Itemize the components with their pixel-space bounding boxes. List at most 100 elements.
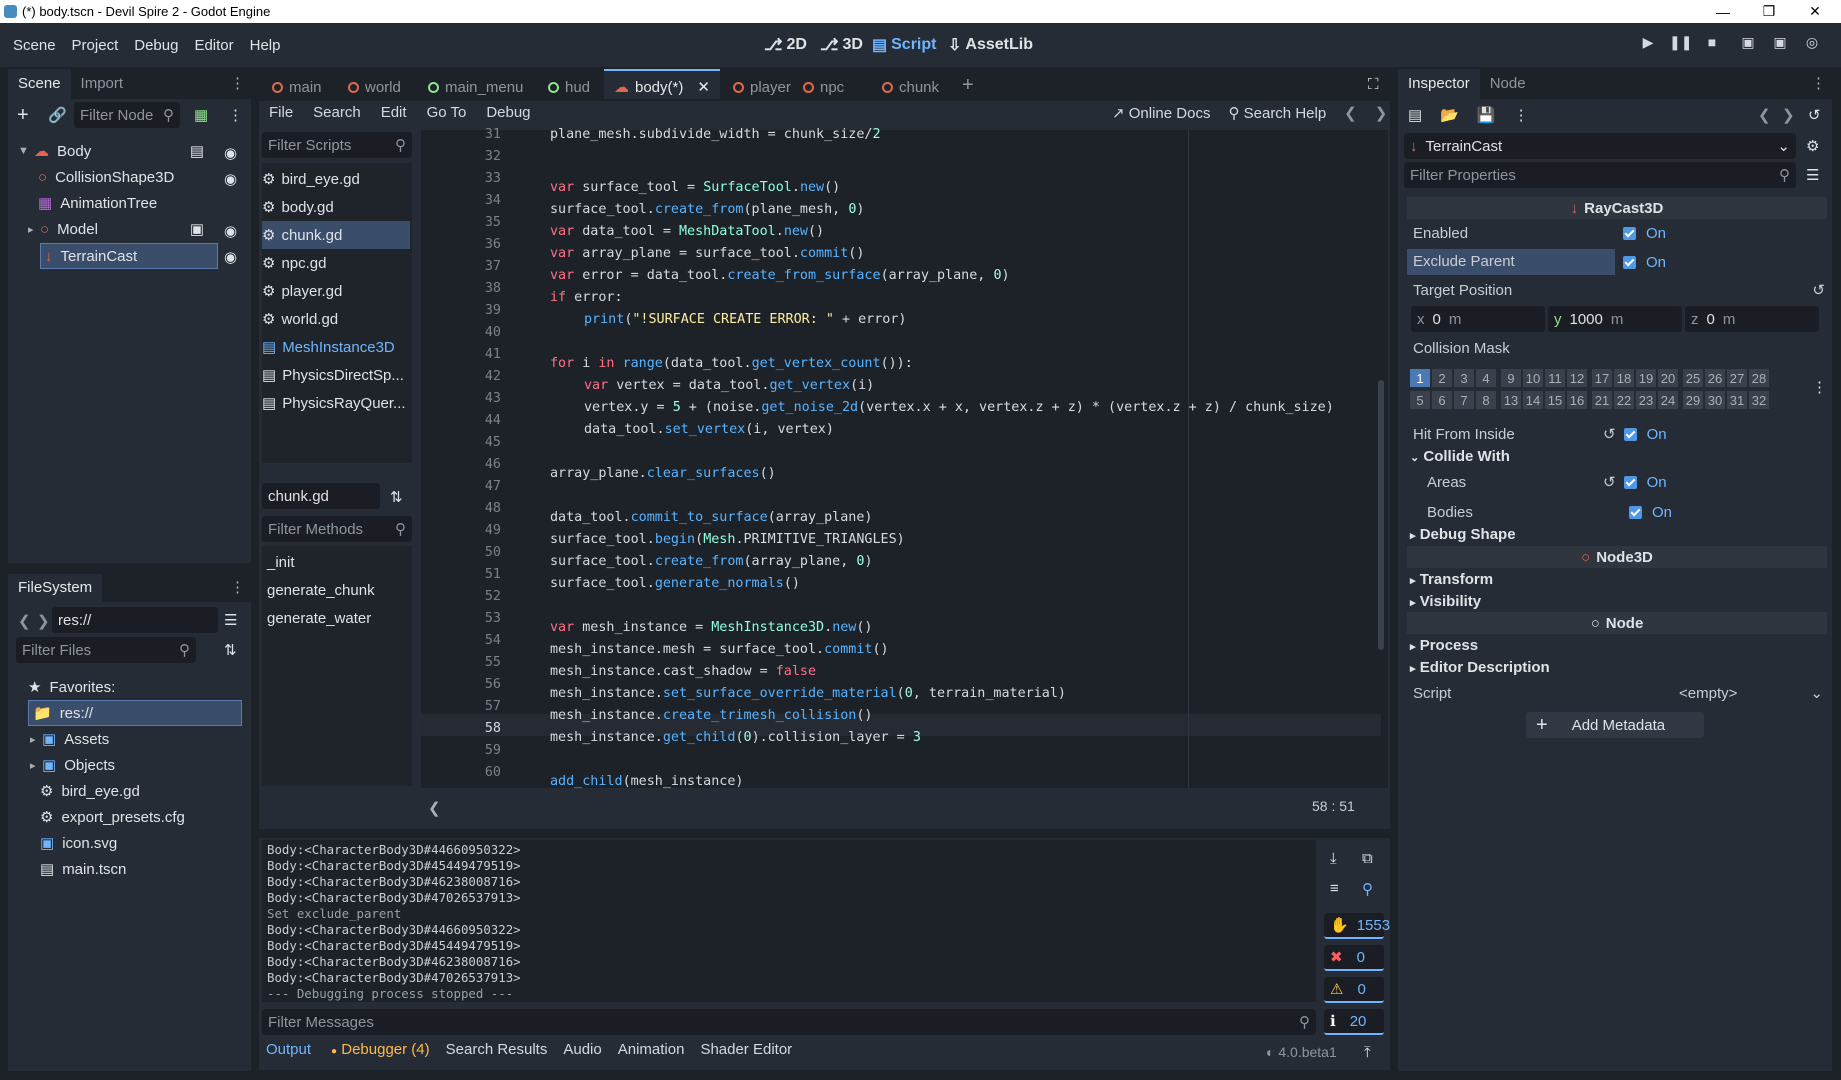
search-help-button[interactable]: ⚲ Search Help [1228, 104, 1326, 122]
tab-scene[interactable]: Scene [8, 69, 71, 99]
filter-properties-input[interactable]: Filter Properties ⚲ [1404, 162, 1796, 188]
fs-file-icon-svg[interactable]: ▣ icon.svg [40, 830, 240, 856]
menu-editor[interactable]: Editor [186, 37, 241, 54]
new-resource-icon[interactable]: ▤ [1408, 106, 1422, 124]
script-item[interactable]: ⚙ body.gd [262, 193, 410, 221]
history-icon[interactable]: ↺ [1808, 106, 1821, 124]
collision-layer-bit[interactable]: 21 [1592, 391, 1612, 409]
revert-icon[interactable]: ↺ [1603, 425, 1616, 443]
collision-layer-bit[interactable]: 14 [1523, 391, 1543, 409]
copy-output-icon[interactable]: ⧉ [1362, 850, 1373, 867]
collision-layer-bit[interactable]: 28 [1749, 369, 1769, 387]
method-item[interactable]: generate_water [267, 610, 371, 627]
online-docs-button[interactable]: ↗ Online Docs [1112, 104, 1210, 122]
script-item[interactable]: ⚙ npc.gd [262, 249, 410, 277]
next-script-icon[interactable]: ❯ [1375, 104, 1388, 122]
workspace-2d[interactable]: ⎇ 2D [764, 31, 807, 59]
visibility-eye-icon[interactable]: ◉ [224, 248, 237, 266]
distraction-free-icon[interactable]: ⛶ [1368, 76, 1379, 93]
revert-icon[interactable]: ↺ [1812, 281, 1825, 299]
stop-icon[interactable]: ■ [1701, 34, 1723, 56]
collision-layer-bit[interactable]: 32 [1749, 391, 1769, 409]
collapse-script-list-icon[interactable]: ❮ [428, 799, 441, 817]
movie-maker-icon[interactable]: ◎ [1801, 34, 1823, 56]
tree-node-collisionshape3d[interactable]: ○ CollisionShape3D [38, 164, 244, 190]
visibility-eye-icon[interactable]: ◉ [224, 144, 237, 162]
close-tab-icon[interactable]: ✕ [697, 78, 710, 96]
tree-node-body[interactable]: ▼ ☁ Body ▤ [18, 138, 244, 164]
collision-layer-bit[interactable]: 17 [1592, 369, 1612, 387]
open-resource-icon[interactable]: 📂 [1440, 106, 1459, 124]
menu-project[interactable]: Project [64, 37, 127, 54]
split-view-icon[interactable]: ☰ [224, 611, 237, 629]
pause-icon[interactable]: ❚❚ [1669, 34, 1692, 56]
script-menu-search[interactable]: Search [303, 104, 371, 121]
collision-layer-bit[interactable]: 13 [1501, 391, 1521, 409]
collapse-duplicates-icon[interactable]: ≡ [1330, 880, 1339, 897]
collision-layer-bit[interactable]: 31 [1727, 391, 1747, 409]
instance-scene-icon[interactable]: 🔗 [48, 106, 67, 124]
tab-player[interactable]: player [733, 73, 791, 101]
back-icon[interactable]: ❮ [18, 612, 31, 630]
filter-messages-toggle[interactable]: ✋ 1553 [1324, 913, 1390, 939]
doc-item[interactable]: ▤ MeshInstance3D [262, 333, 410, 361]
expand-arrow-icon[interactable]: ▸ [30, 733, 40, 746]
fs-favorites[interactable]: ★ Favorites: [28, 674, 228, 700]
script-item[interactable]: ⚙ bird_eye.gd [262, 165, 410, 193]
collision-layer-bit[interactable]: 15 [1545, 391, 1565, 409]
play-custom-scene-icon[interactable]: ▣ [1769, 34, 1791, 56]
tab-npc[interactable]: npc [803, 73, 844, 101]
play-scene-icon[interactable]: ▣ [1737, 34, 1759, 56]
maximize-icon[interactable]: ❐ [1746, 0, 1792, 23]
save-resource-icon[interactable]: 💾 [1477, 106, 1496, 124]
checkbox-icon[interactable] [1623, 475, 1637, 489]
object-properties-icon[interactable]: ⚙ [1806, 137, 1819, 155]
checkbox-icon[interactable] [1623, 255, 1636, 269]
tab-import[interactable]: Import [71, 69, 134, 99]
filter-methods-input[interactable]: Filter Methods ⚲ [262, 516, 412, 542]
group-debug-shape[interactable]: ▸ Debug Shape [1410, 526, 1516, 543]
group-editor-description[interactable]: ▸ Editor Description [1410, 659, 1550, 676]
workspace-script[interactable]: ▤ Script [872, 31, 936, 59]
expand-bottom-panel-icon[interactable]: ⤒ [1364, 1044, 1371, 1061]
filter-scripts-input[interactable]: Filter Scripts ⚲ [262, 132, 412, 158]
doc-item[interactable]: ▤ PhysicsRayQuer... [262, 389, 410, 417]
tab-inspector[interactable]: Inspector [1398, 69, 1480, 99]
script-attached-icon[interactable]: ▤ [190, 142, 204, 160]
workspace-assetlib[interactable]: ⇩ AssetLib [948, 31, 1033, 59]
minimize-icon[interactable]: — [1700, 0, 1746, 23]
expand-arrow-icon[interactable]: ▸ [28, 223, 38, 236]
tab-filesystem[interactable]: FileSystem [8, 574, 103, 602]
collision-layer-bit[interactable]: 1 [1410, 369, 1430, 387]
tab-debugger[interactable]: ● Debugger (4) [331, 1041, 430, 1058]
collision-layer-bit[interactable]: 11 [1545, 369, 1565, 387]
play-icon[interactable]: ▶ [1637, 34, 1659, 56]
tree-node-model[interactable]: ▸ ○ Model ▣ [28, 216, 244, 242]
script-menu-goto[interactable]: Go To [417, 104, 477, 121]
visibility-eye-icon[interactable]: ◉ [224, 222, 237, 240]
add-node-icon[interactable]: + [17, 104, 29, 127]
method-item[interactable]: generate_chunk [267, 582, 375, 599]
collision-layer-bit[interactable]: 3 [1454, 369, 1474, 387]
close-icon[interactable]: ✕ [1792, 0, 1838, 23]
fs-file-main-tscn[interactable]: ▤ main.tscn [40, 856, 240, 882]
checkbox-icon[interactable] [1629, 505, 1642, 519]
group-transform[interactable]: ▸ Transform [1410, 571, 1493, 588]
visibility-eye-icon[interactable]: ◉ [224, 170, 237, 188]
tab-main[interactable]: main [272, 73, 322, 101]
filter-warnings-toggle[interactable]: ⚠ 0 [1324, 977, 1384, 1003]
filter-info-toggle[interactable]: ℹ 20 [1324, 1009, 1384, 1035]
group-process[interactable]: ▸ Process [1410, 637, 1478, 654]
layer-menu-icon[interactable]: ⋮ [1812, 378, 1827, 396]
collapse-arrow-icon[interactable]: ▼ [18, 145, 30, 157]
filter-errors-toggle[interactable]: ✖ 0 [1324, 945, 1384, 971]
history-forward-icon[interactable]: ❯ [1782, 106, 1795, 124]
fs-folder-objects[interactable]: ▸ ▣ Objects [30, 752, 230, 778]
collision-layer-bit[interactable]: 10 [1523, 369, 1543, 387]
group-collide-with[interactable]: ⌄ Collide With [1410, 448, 1510, 465]
collision-layer-bit[interactable]: 19 [1636, 369, 1656, 387]
collision-layer-bit[interactable]: 4 [1476, 369, 1496, 387]
add-tab-icon[interactable]: + [962, 74, 974, 97]
forward-icon[interactable]: ❯ [37, 612, 50, 630]
collision-layer-bit[interactable]: 18 [1614, 369, 1634, 387]
